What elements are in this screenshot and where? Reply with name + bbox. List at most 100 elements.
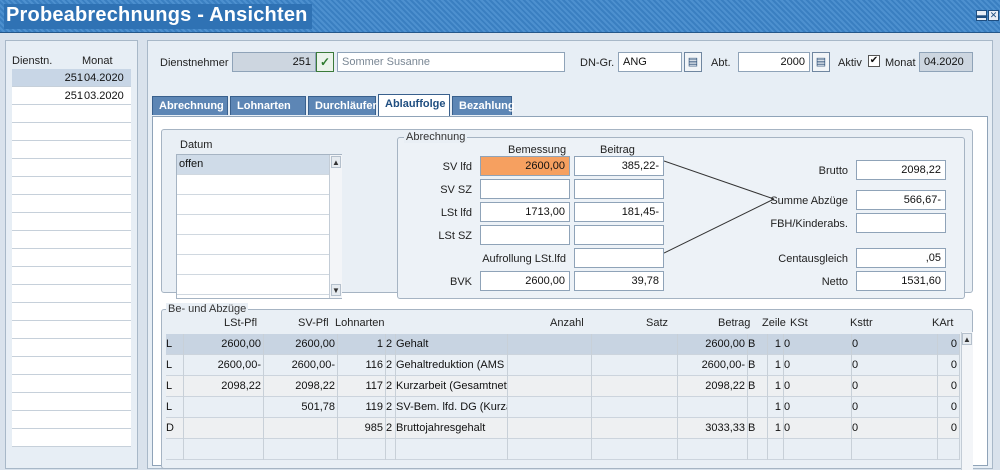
bemessung-field[interactable]: 1713,00 [480,202,570,222]
tab-durchläufer[interactable]: Durchläufer [308,96,377,115]
bemessung-field[interactable] [480,179,570,199]
table-row[interactable] [166,439,960,460]
b-cell: B [748,355,768,376]
list-item[interactable] [12,285,131,303]
confirm-check-icon[interactable]: ✓ [316,52,334,72]
tab-ablauffolge[interactable]: Ablauffolge [378,94,450,116]
list-item[interactable] [12,141,131,159]
abrechnung-row-label: LSt lfd [440,207,472,219]
bvk-bemessung-field[interactable]: 2600,00 [480,271,570,291]
netto-field[interactable]: 1531,60 [856,271,946,291]
tab-abrechnung[interactable]: Abrechnung [152,96,228,115]
dngr-field[interactable]: ANG [618,52,682,72]
list-item[interactable] [12,357,131,375]
datum-title: Datum [180,139,213,151]
bemessung-field[interactable]: 2600,00 [480,156,570,176]
scroll-up-icon[interactable]: ▲ [331,156,341,168]
datum-list-item[interactable] [177,235,329,255]
brutto-field[interactable]: 2098,22 [856,160,946,180]
fbh-kinderabs-field[interactable] [856,213,946,233]
table-row[interactable]: L 2600,00- 2600,00- 116 2 Gehaltreduktion (AM… [166,355,960,376]
minimize-icon[interactable]: ▬ [976,10,987,21]
list-item[interactable] [12,303,131,321]
list-item[interactable] [12,267,131,285]
anzahl-cell [508,418,592,439]
table-row[interactable]: L 501,78 119 2 SV-Bem. lfd. DG (Kurza 1 0 0 0 [166,397,960,418]
list-item[interactable] [12,195,131,213]
list-item[interactable] [12,321,131,339]
monat-field[interactable]: 04.2020 [919,52,973,72]
aktiv-checkbox[interactable]: ✔ [868,55,880,67]
nr-cell: 119 [338,397,386,418]
flag-cell: 2 [386,418,396,439]
list-item[interactable] [12,375,131,393]
bezuege-group: Be- und Abzüge LSt-Pfl SV-Pfl Lohnarten … [161,303,973,470]
zeile-cell: 1 [768,397,784,418]
bezuege-scrollbar[interactable]: ▲ [961,332,973,470]
datum-list-item[interactable] [177,255,329,275]
datum-scrollbar[interactable]: ▲ ▼ [329,155,342,298]
list-item[interactable]: 251 03.2020 [12,87,131,105]
list-item[interactable] [12,249,131,267]
centausgleich-label: Centausgleich [778,253,848,265]
bvk-beitrag-field[interactable]: 39,78 [574,271,664,291]
sv-cell [264,439,338,460]
abrechnung-row-label: LSt SZ [438,230,472,242]
beitrag-field[interactable] [574,179,664,199]
datum-list-item[interactable] [177,275,329,295]
table-row[interactable]: L 2600,00 2600,00 1 2 Gehalt 2600,00 B 1 0 0 0 [166,334,960,355]
datum-list-item[interactable] [177,195,329,215]
list-item[interactable] [12,411,131,429]
datum-list-item[interactable] [177,215,329,235]
datum-list-item[interactable] [177,175,329,195]
list-item[interactable] [12,177,131,195]
satz-cell [592,418,678,439]
text-cell: Gehalt [396,334,508,355]
dienstnehmer-number-field[interactable]: 251 [232,52,316,72]
scroll-down-icon[interactable]: ▼ [331,284,341,296]
text-cell: Kurzarbeit (Gesamtnett [396,376,508,397]
b-cell [748,397,768,418]
aufrollung-field[interactable] [574,248,664,268]
betrag-cell: 2600,00- [678,355,748,376]
list-item[interactable] [12,429,131,447]
bemessung-field[interactable] [480,225,570,245]
centausgleich-field[interactable]: ,05 [856,248,946,268]
close-icon[interactable]: ✕ [988,10,999,21]
sv-cell [264,418,338,439]
dngr-lookup-calendar-icon[interactable]: ▤ [684,52,702,72]
table-row[interactable]: L 2098,22 2098,22 117 2 Kurzarbeit (Gesamtnet… [166,376,960,397]
lst-cell [184,397,264,418]
list-item[interactable] [12,231,131,249]
beitrag-field[interactable] [574,225,664,245]
lst-cell: 2600,00 [184,334,264,355]
satz-cell [592,397,678,418]
monat-label: Monat [885,57,916,69]
dienstnehmer-name-field[interactable]: Sommer Susanne [337,52,565,72]
tab-lohnarten[interactable]: Lohnarten [230,96,306,115]
list-item[interactable]: 251 04.2020 [12,69,131,87]
text-cell [396,439,508,460]
list-item[interactable] [12,393,131,411]
abt-lookup-calendar-icon[interactable]: ▤ [812,52,830,72]
summe-abzuege-field[interactable]: 566,67- [856,190,946,210]
kart-cell [938,439,960,460]
beitrag-field[interactable]: 181,45- [574,202,664,222]
list-item[interactable] [12,123,131,141]
scroll-up-icon[interactable]: ▲ [962,333,972,345]
abt-field[interactable]: 2000 [738,52,810,72]
list-item[interactable] [12,213,131,231]
list-item[interactable] [12,159,131,177]
beitrag-field[interactable]: 385,22- [574,156,664,176]
ksttr-cell: 0 [852,334,938,355]
header-betrag: Betrag [718,317,751,329]
datum-list-item[interactable]: offen [177,155,329,175]
text-cell: Gehaltreduktion (AMS l [396,355,508,376]
table-row[interactable]: D 985 2 Bruttojahresgehalt 3033,33 B 1 0 0 0 [166,418,960,439]
sv-cell: 2098,22 [264,376,338,397]
text-cell: Bruttojahresgehalt [396,418,508,439]
list-item[interactable] [12,339,131,357]
list-item[interactable] [12,105,131,123]
typ-cell: L [166,397,184,418]
tab-bezahlung[interactable]: Bezahlung [452,96,515,115]
